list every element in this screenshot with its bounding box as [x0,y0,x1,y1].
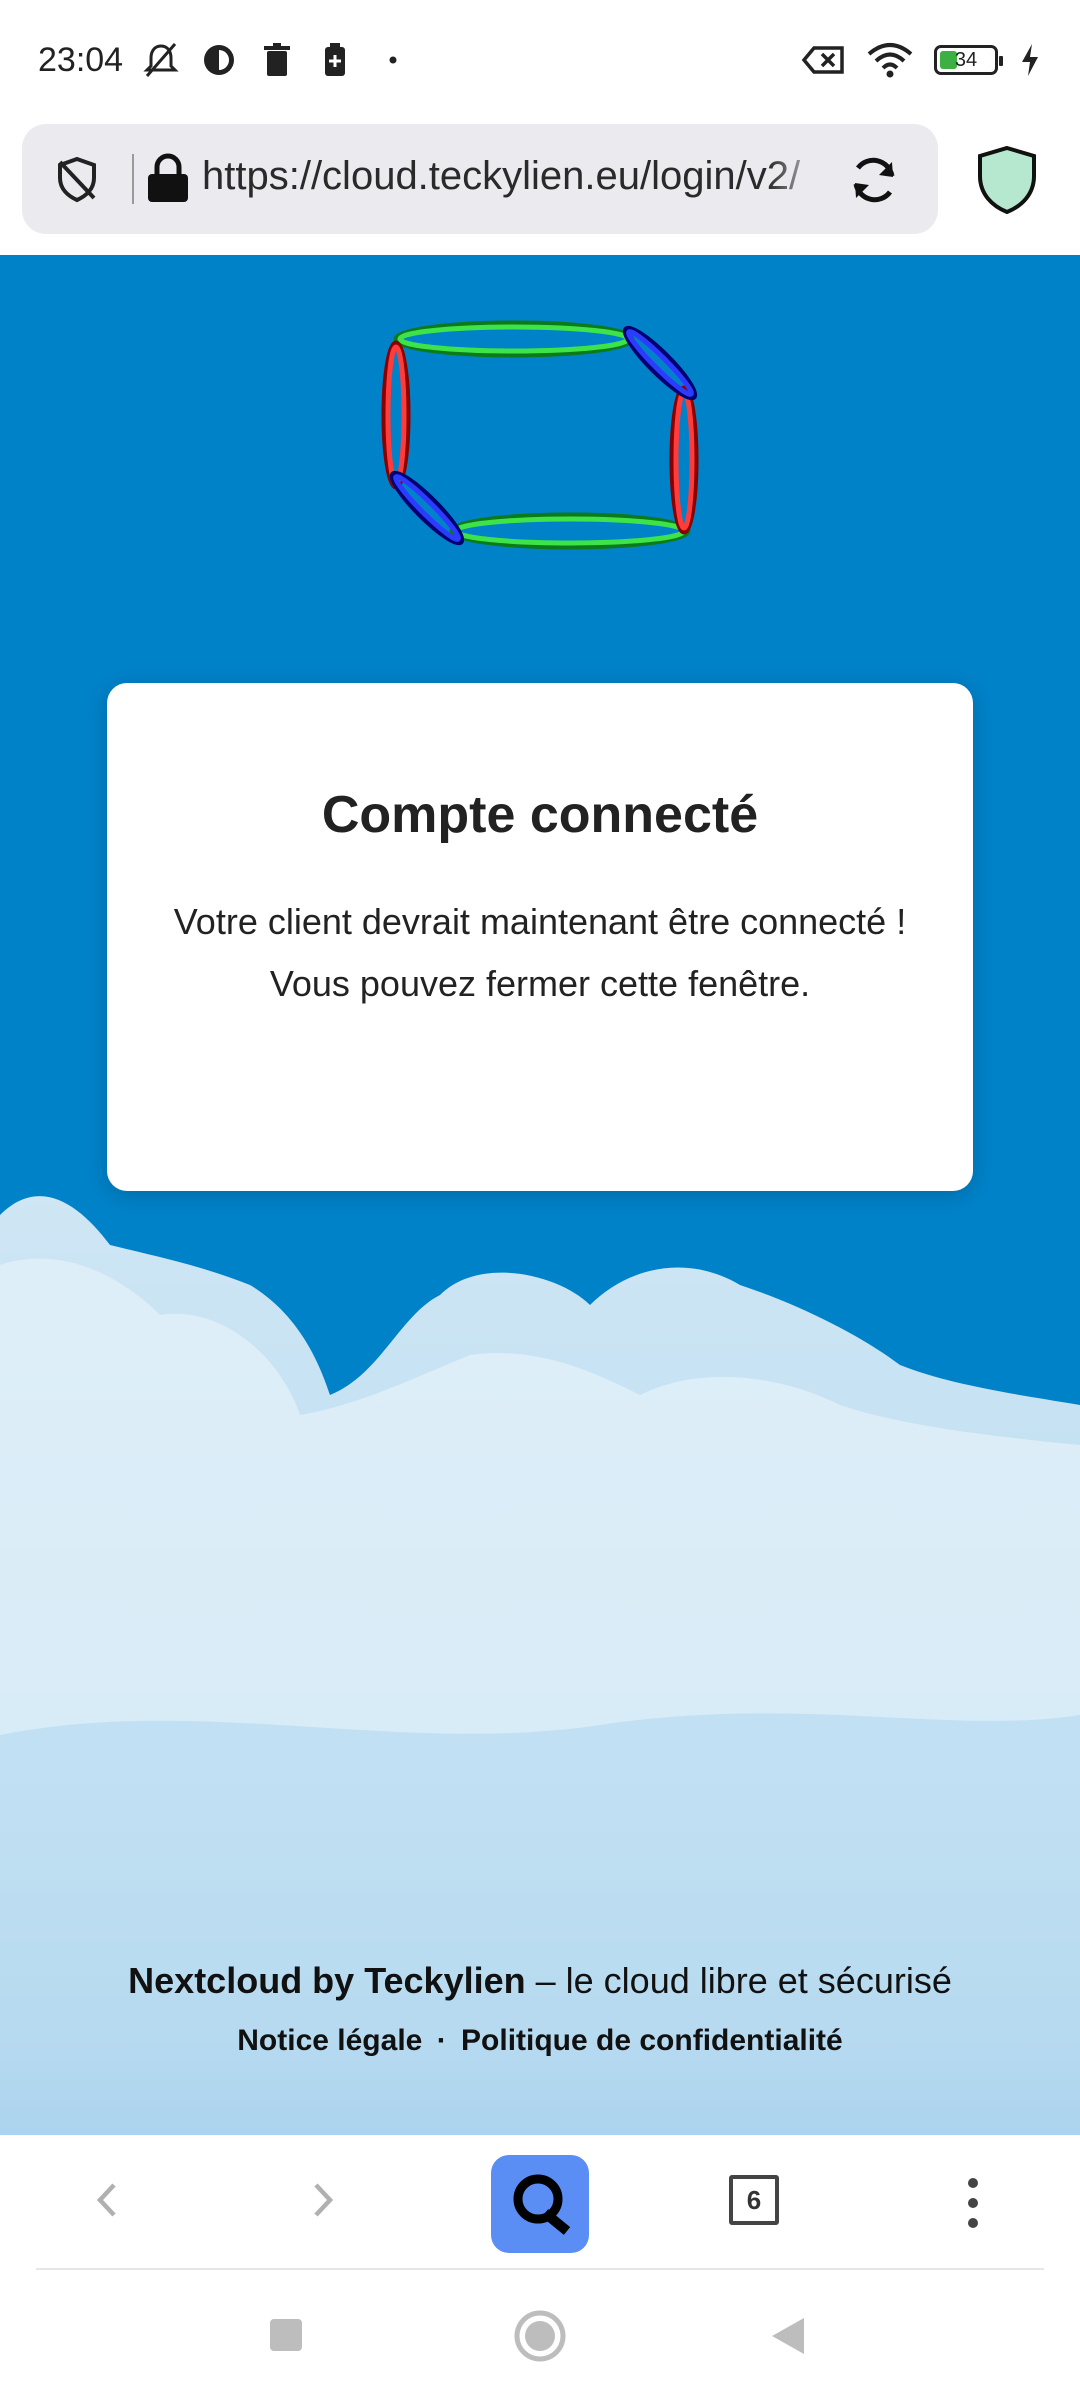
browser-toolbar: 6 [0,2135,1080,2270]
page-footer: Nextcloud by Teckylien – le cloud libre … [0,1960,1080,2058]
charging-icon [1018,40,1042,80]
login-success-card: Compte connecté Votre client devrait mai… [107,683,973,1191]
tabs-icon[interactable]: 6 [729,2175,779,2225]
url-fade [768,144,828,214]
footer-brand-link[interactable]: Nextcloud by Teckylien [128,1960,525,2001]
privacy-shield-icon[interactable] [974,144,1040,216]
divider [132,154,134,204]
tracking-shield-icon[interactable] [52,154,102,204]
no-sim-icon [800,40,846,80]
system-navigation-bar [0,2270,1080,2400]
wifi-icon [866,40,914,80]
card-message-line-1: Votre client devrait maintenant être con… [173,901,907,942]
privacy-policy-link[interactable]: Politique de confidentialité [461,2024,843,2057]
tabs-count: 6 [746,2184,762,2215]
legal-notice-link[interactable]: Notice légale [237,2024,422,2057]
menu-icon[interactable] [955,2175,991,2231]
address-bar[interactable]: https://cloud.teckylien.eu/login/v2/ [22,124,938,234]
card-title: Compte connecté [321,786,759,844]
footer-links: Notice légale · Politique de confidentia… [0,2024,1080,2058]
footer-tagline-text: – le cloud libre et sécurisé [525,1960,952,2001]
lock-icon [146,152,190,204]
battery-level: 34 [954,48,978,71]
footer-separator: · [436,2024,447,2057]
battery-saver-icon [315,40,355,80]
web-page: Compte connecté Votre client devrait mai… [0,255,1080,2135]
trash-icon [257,40,297,80]
forward-icon[interactable] [302,2175,342,2225]
status-bar: 23:04 34 [0,0,1080,122]
url-text[interactable]: https://cloud.teckylien.eu/login/v2/ [202,154,842,204]
reload-icon[interactable] [846,152,902,208]
clock: 23:04 [38,40,124,79]
recents-icon[interactable] [266,2315,306,2355]
browser-address-row: https://cloud.teckylien.eu/login/v2/ [0,122,1080,255]
card-message: Votre client devrait maintenant être con… [107,891,973,1015]
app-icon [199,40,239,80]
search-engine-icon[interactable] [491,2155,589,2253]
card-message-line-2: Vous pouvez fermer cette fenêtre. [269,963,811,1004]
back-icon[interactable] [88,2175,128,2225]
home-icon[interactable] [512,2308,568,2364]
site-logo [381,320,699,550]
battery-icon: 34 [934,45,1003,75]
footer-tagline: Nextcloud by Teckylien – le cloud libre … [0,1960,1080,2002]
system-back-icon[interactable] [766,2314,810,2358]
dot-icon [373,40,413,80]
mute-icon [141,40,181,80]
